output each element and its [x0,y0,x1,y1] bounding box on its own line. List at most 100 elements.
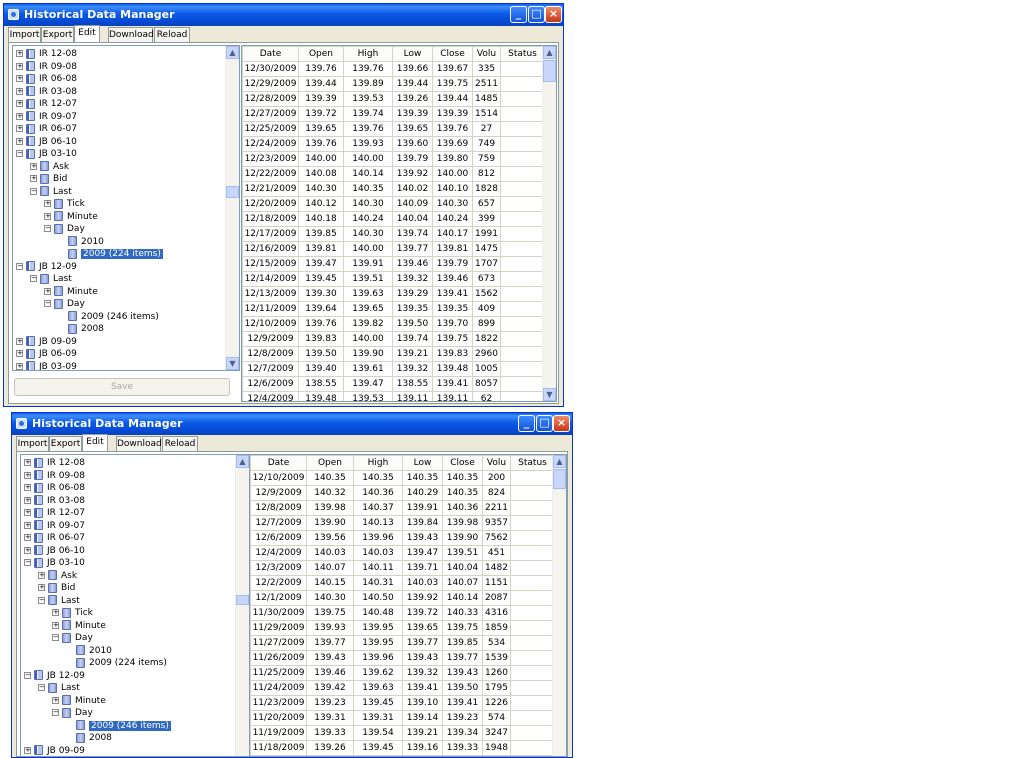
cell-status[interactable] [510,470,555,486]
cell-high[interactable]: 140.30 [343,196,393,212]
table-row[interactable]: 11/27/2009 139.77 139.95 139.77 139.85 534 [250,635,555,651]
cell-volu[interactable]: 1514 [472,106,501,122]
maximize-button[interactable]: □ [536,415,553,432]
cell-high[interactable]: 139.93 [343,136,393,152]
table-row[interactable]: 12/9/2009 139.83 140.00 139.74 139.75 1822 [242,331,545,347]
table-row[interactable]: 11/20/2009 139.31 139.31 139.14 139.23 574 [250,710,555,726]
tab-download[interactable]: Download [108,27,154,42]
cell-close[interactable]: 139.70 [432,316,473,332]
cell-volu[interactable]: 4316 [482,605,511,621]
cell-close[interactable]: 139.46 [432,271,473,287]
cell-close[interactable]: 139.23 [442,710,483,726]
expand-icon[interactable]: + [24,459,31,466]
cell-high[interactable]: 139.91 [343,256,393,272]
cell-open[interactable]: 139.85 [298,226,344,242]
expand-icon[interactable]: + [24,521,31,529]
cell-close[interactable]: 139.76 [432,121,473,137]
expand-icon[interactable]: + [24,471,31,479]
cell-high[interactable]: 139.63 [353,680,403,696]
expand-icon[interactable]: + [30,162,37,170]
cell-high[interactable]: 139.82 [343,316,393,332]
cell-date[interactable]: 12/4/2009 [242,391,299,401]
expand-icon[interactable]: + [16,50,23,57]
close-button[interactable]: × [553,415,570,432]
cell-low[interactable]: 139.43 [402,530,443,546]
cell-date[interactable]: 12/28/2009 [242,91,299,107]
tree-node-ask[interactable]: + Ask [38,570,77,582]
cell-low[interactable]: 139.21 [392,346,433,362]
tree-node-jb-06-10[interactable]: + JB 06-10 [16,136,77,148]
tree-node-ir-12-08[interactable]: + IR 12-08 [24,457,85,469]
cell-date[interactable]: 11/20/2009 [250,710,307,726]
tree-node-ir-12-08[interactable]: + IR 12-08 [16,48,77,60]
cell-close[interactable]: 139.67 [432,61,473,77]
table-row[interactable]: 12/10/2009 140.35 140.35 140.35 140.35 200 [250,470,555,486]
table-row[interactable]: 12/22/2009 140.08 140.14 139.92 140.00 812 [242,166,545,182]
cell-open[interactable]: 140.30 [306,590,354,606]
expand-icon[interactable]: + [24,496,31,504]
title-bar[interactable]: Historical Data Manager _ □ × [4,4,563,26]
cell-high[interactable]: 140.48 [353,605,403,621]
cell-volu[interactable]: 1539 [482,650,511,666]
table-row[interactable]: 12/4/2009 139.48 139.53 139.11 139.11 62 [242,391,545,401]
cell-date[interactable]: 11/25/2009 [250,665,307,681]
price-data-grid[interactable]: Date Open High Low Close Volu Status 12/30/2009… [241,45,557,402]
scroll-up-arrow[interactable]: ▲ [543,46,556,59]
tree-node-2009-224-items[interactable]: 2009 (224 items) [58,248,163,260]
table-row[interactable]: 12/24/2009 139.76 139.93 139.60 139.69 749 [242,136,545,152]
table-row[interactable]: 11/26/2009 139.43 139.96 139.43 139.77 1539 [250,650,555,666]
cell-close[interactable]: 140.07 [442,575,483,591]
tab-export[interactable]: Export [41,27,74,42]
cell-close[interactable]: 139.77 [442,650,483,666]
cell-high[interactable]: 139.74 [343,106,393,122]
cell-status[interactable] [500,256,545,272]
column-header-close[interactable]: Close [442,455,483,471]
cell-volu[interactable]: 899 [472,316,501,332]
expand-icon[interactable]: + [16,100,23,107]
cell-status[interactable] [510,485,555,501]
expand-icon[interactable]: + [16,62,23,70]
cell-open[interactable]: 138.55 [298,376,344,392]
cell-volu[interactable]: 1828 [472,181,501,197]
save-button[interactable]: Save [14,378,230,396]
tree-node-ir-06-08[interactable]: + IR 06-08 [24,482,85,494]
table-row[interactable]: 12/10/2009 139.76 139.82 139.50 139.70 899 [242,316,545,332]
cell-low[interactable]: 140.09 [392,196,433,212]
collapse-icon[interactable]: − [38,684,45,691]
tree-node-2010[interactable]: 2010 [58,236,104,248]
cell-open[interactable]: 139.33 [306,725,354,741]
expand-icon[interactable]: + [52,621,59,629]
cell-high[interactable]: 140.14 [343,166,393,182]
cell-date[interactable]: 11/29/2009 [250,620,307,636]
cell-low[interactable]: 139.72 [402,605,443,621]
cell-status[interactable] [510,590,555,606]
cell-close[interactable]: 139.90 [442,530,483,546]
cell-open[interactable]: 139.83 [298,331,344,347]
cell-high[interactable]: 139.63 [343,286,393,302]
tree-node-ir-09-08[interactable]: + IR 09-08 [24,470,85,482]
table-row[interactable]: 12/7/2009 139.90 140.13 139.84 139.98 9357 [250,515,555,531]
cell-low[interactable]: 139.91 [402,500,443,516]
cell-open[interactable]: 139.81 [298,241,344,257]
cell-volu[interactable]: 62 [472,391,501,401]
cell-status[interactable] [500,76,545,92]
expand-icon[interactable]: + [16,137,23,145]
cell-close[interactable]: 139.80 [432,151,473,167]
collapse-icon[interactable]: − [16,262,23,270]
cell-low[interactable]: 139.32 [402,665,443,681]
cell-status[interactable] [510,530,555,546]
cell-date[interactable]: 12/11/2009 [242,301,299,317]
cell-high[interactable]: 140.31 [353,575,403,591]
expand-icon[interactable]: + [16,350,23,357]
cell-open[interactable]: 139.39 [298,91,344,107]
cell-date[interactable]: 12/9/2009 [242,331,299,347]
cell-close[interactable]: 139.48 [432,361,473,377]
cell-open[interactable]: 140.03 [306,545,354,561]
minimize-button[interactable]: _ [518,415,535,432]
cell-status[interactable] [510,560,555,576]
collapse-icon[interactable]: − [30,275,37,282]
collapse-icon[interactable]: − [38,596,45,604]
cell-volu[interactable]: 399 [472,211,501,227]
cell-volu[interactable]: 534 [482,635,511,651]
cell-high[interactable]: 139.62 [353,665,403,681]
